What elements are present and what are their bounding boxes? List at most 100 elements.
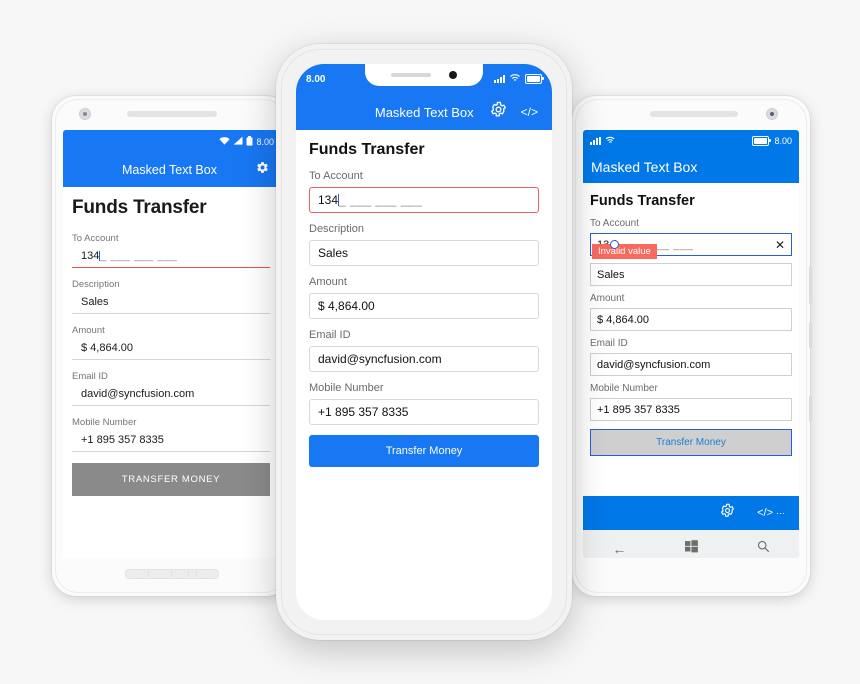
clear-icon[interactable]: ✕ — [775, 239, 785, 251]
label-email: Email ID — [590, 338, 628, 349]
email-input[interactable]: david@syncfusion.com — [590, 353, 792, 376]
volume-button[interactable] — [809, 266, 812, 304]
battery-icon — [246, 135, 253, 148]
amount-input[interactable]: $ 4,864.00 — [590, 308, 792, 331]
page-title: Funds Transfer — [309, 141, 425, 158]
cellular-signal-icon — [233, 136, 243, 147]
validation-tooltip: Invalid value — [592, 244, 657, 259]
description-input[interactable]: Sales — [590, 263, 792, 286]
amount-input[interactable]: $ 4,864.00 — [309, 293, 539, 319]
windows-status-bar: 8.00 — [583, 130, 799, 151]
back-icon[interactable]: ← — [612, 541, 626, 557]
transfer-money-button[interactable]: Transfer Money — [590, 429, 792, 456]
label-amount: Amount — [72, 325, 105, 336]
label-mobile: Mobile Number — [309, 382, 384, 394]
field-to-account: To Account 134 _ ___ ___ ___ — [309, 170, 539, 213]
description-input[interactable]: Sales — [72, 296, 270, 314]
code-icon[interactable]: </> — [757, 507, 773, 519]
mobile-input[interactable]: +1 895 357 8335 — [72, 434, 270, 452]
to-account-mask: _ ___ ___ ___ — [339, 193, 423, 207]
mobile-input[interactable]: +1 895 357 8335 — [309, 399, 539, 425]
gear-icon[interactable] — [490, 101, 507, 123]
field-description: Description Sales — [309, 223, 539, 266]
field-mobile: Mobile Number +1 895 357 8335 — [72, 417, 270, 452]
ios-status-time: 8.00 — [306, 73, 326, 85]
windows-phone: 8.00 Masked Text Box Funds Transfer To A… — [572, 96, 812, 596]
battery-icon — [525, 74, 544, 84]
label-to-account: To Account — [590, 218, 639, 229]
amount-input[interactable]: $ 4,864.00 — [72, 342, 270, 360]
windows-app-bar: Masked Text Box — [583, 151, 799, 183]
gear-icon[interactable] — [256, 161, 269, 179]
android-screen: 8.00 Masked Text Box Funds Transfer To A… — [63, 130, 279, 558]
field-mobile: Mobile Number +1 895 357 8335 — [590, 383, 792, 421]
notch — [365, 64, 483, 86]
android-app-bar: Masked Text Box — [63, 153, 279, 187]
iphone-device: 8.00 Masked Text Box </> Funds Transfer — [276, 44, 572, 640]
windows-app-title: Masked Text Box — [591, 159, 698, 175]
earpiece-speaker — [650, 111, 738, 117]
windows-form: Funds Transfer To Account 134_ ___ ___ _… — [583, 193, 799, 496]
description-input[interactable]: Sales — [309, 240, 539, 266]
code-icon[interactable]: </> — [521, 105, 538, 119]
to-account-input[interactable]: 134 _ ___ ___ ___ — [72, 250, 270, 268]
field-to-account: To Account 134 _ ___ ___ ___ — [72, 233, 270, 268]
label-to-account: To Account — [72, 233, 119, 244]
label-mobile: Mobile Number — [590, 383, 658, 394]
windows-status-time: 8.00 — [774, 135, 792, 146]
field-email: Email ID david@syncfusion.com — [309, 329, 539, 372]
field-amount: Amount $ 4,864.00 — [309, 276, 539, 319]
mobile-input[interactable]: +1 895 357 8335 — [590, 398, 792, 421]
wifi-icon — [509, 73, 521, 85]
android-app-title: Masked Text Box — [122, 163, 217, 177]
android-status-bar: 8.00 — [63, 130, 279, 153]
gear-icon[interactable] — [720, 503, 735, 523]
label-amount: Amount — [309, 276, 347, 288]
field-to-account: To Account 134_ ___ ___ ___ ✕ Invalid va… — [590, 218, 792, 259]
field-amount: Amount $ 4,864.00 — [72, 325, 270, 360]
overflow-icon[interactable]: ··· — [776, 508, 785, 518]
android-status-time: 8.00 — [256, 136, 274, 147]
field-amount: Amount $ 4,864.00 — [590, 293, 792, 331]
label-email: Email ID — [72, 371, 108, 382]
ios-app-title: Masked Text Box — [374, 104, 474, 120]
label-description: Description — [309, 223, 365, 235]
ios-form: Funds Transfer To Account 134 _ ___ ___ _… — [296, 141, 552, 467]
label-description: Description — [72, 279, 120, 290]
transfer-money-button[interactable]: Transfer Money — [309, 435, 539, 467]
cellular-signal-icon — [494, 75, 505, 83]
search-icon[interactable] — [757, 540, 770, 558]
field-mobile: Mobile Number +1 895 357 8335 — [309, 382, 539, 425]
transfer-money-button[interactable]: TRANSFER MONEY — [72, 463, 270, 496]
field-description: Sales — [590, 263, 792, 286]
front-camera-icon — [449, 71, 457, 79]
android-phone: 8.00 Masked Text Box Funds Transfer To A… — [52, 96, 290, 596]
label-to-account: To Account — [309, 170, 363, 182]
ios-app-bar: Masked Text Box </> — [296, 94, 552, 130]
bottom-speaker-grill — [125, 569, 219, 579]
email-input[interactable]: david@syncfusion.com — [309, 346, 539, 372]
email-input[interactable]: david@syncfusion.com — [72, 388, 270, 406]
camera-button[interactable] — [809, 396, 812, 422]
earpiece-speaker — [127, 111, 217, 117]
to-account-input[interactable]: 134 _ ___ ___ ___ — [309, 187, 539, 213]
iphone-screen: 8.00 Masked Text Box </> Funds Transfer — [296, 64, 552, 620]
label-mobile: Mobile Number — [72, 417, 137, 428]
windows-command-bar: </> ··· — [583, 496, 799, 530]
windows-nav-bar: ← — [583, 530, 799, 558]
validation-anchor-dot — [610, 240, 619, 249]
page-title: Funds Transfer — [72, 197, 207, 218]
windows-screen: 8.00 Masked Text Box Funds Transfer To A… — [583, 130, 799, 558]
label-email: Email ID — [309, 329, 351, 341]
to-account-typed: 134 — [318, 193, 339, 207]
field-email: Email ID david@syncfusion.com — [72, 371, 270, 406]
device-showcase: 8.00 Masked Text Box Funds Transfer To A… — [0, 0, 860, 684]
field-email: Email ID david@syncfusion.com — [590, 338, 792, 376]
windows-start-icon[interactable] — [684, 540, 698, 558]
label-amount: Amount — [590, 293, 625, 304]
front-camera-icon — [766, 108, 778, 120]
power-button[interactable] — [809, 322, 812, 348]
to-account-typed: 134 — [81, 250, 100, 262]
to-account-mask: _ ___ ___ ___ — [100, 250, 178, 262]
android-form: Funds Transfer To Account 134 _ ___ ___ _… — [63, 197, 279, 558]
